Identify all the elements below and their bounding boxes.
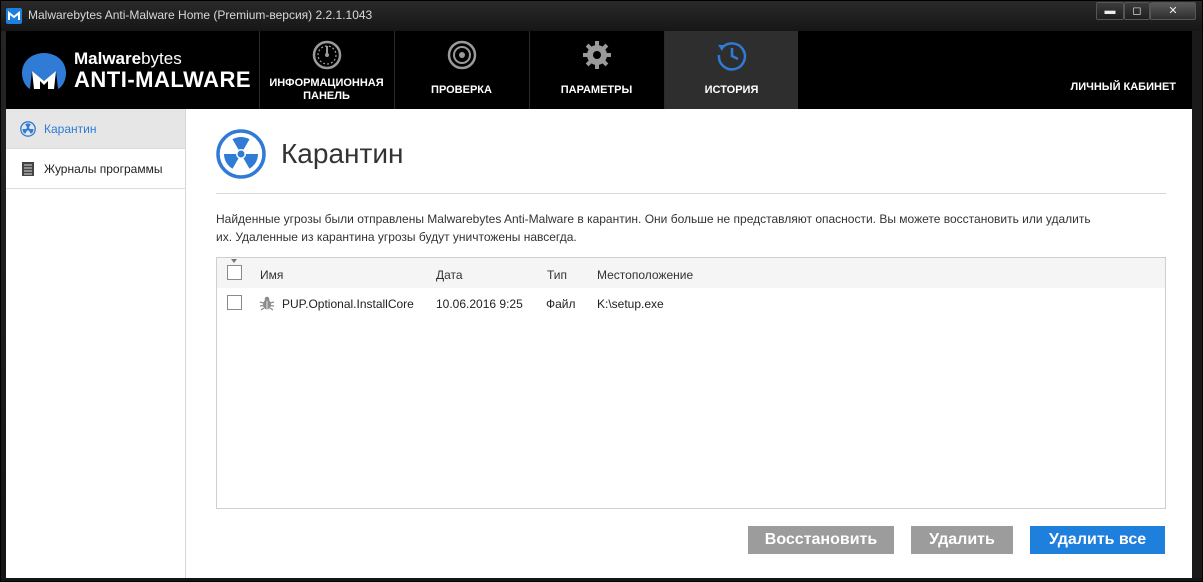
column-header-name[interactable]: Имя [260, 268, 283, 282]
tab-history[interactable]: ИСТОРИЯ [664, 31, 798, 109]
threat-name: PUP.Optional.InstallCore [282, 297, 414, 311]
radiation-icon [216, 129, 266, 179]
product-name: ANTI-MALWARE [74, 67, 252, 92]
radiation-icon [20, 121, 36, 137]
dashboard-gauge-icon [312, 40, 341, 70]
maximize-button[interactable]: ◻ [1124, 2, 1150, 20]
window-border [1192, 31, 1202, 578]
threat-date: 10.06.2016 9:25 [436, 297, 523, 311]
close-button[interactable]: ✕ [1150, 2, 1196, 20]
account-link[interactable]: ЛИЧНЫЙ КАБИНЕТ [1071, 81, 1177, 93]
history-clock-icon [717, 42, 746, 71]
column-header-date[interactable]: Дата [436, 268, 463, 282]
page-title: Карантин [281, 138, 404, 169]
brand-logo: Malwarebytes ANTI-MALWARE [20, 45, 255, 101]
delete-button[interactable]: Удалить [911, 526, 1013, 554]
table-row[interactable]: PUP.Optional.InstallCore 10.06.2016 9:25… [217, 288, 1165, 318]
delete-all-button[interactable]: Удалить все [1030, 526, 1165, 554]
bug-icon [259, 296, 275, 311]
divider [216, 193, 1166, 194]
row-checkbox[interactable] [227, 295, 242, 310]
quarantine-description: Найденные угрозы были отправлены Malware… [216, 212, 1091, 244]
tab-dashboard[interactable]: ИНФОРМАЦИОННАЯ ПАНЕЛЬ [259, 31, 393, 109]
tab-dashboard-label: ИНФОРМАЦИОННАЯ ПАНЕЛЬ [269, 77, 384, 102]
column-header-location[interactable]: Местоположение [597, 268, 693, 282]
sidebar-item-label: Карантин [44, 122, 97, 136]
sidebar-item-logs[interactable]: Журналы программы [6, 149, 185, 189]
table-header: Имя Дата Тип Местоположение [217, 258, 1165, 288]
window-title: Malwarebytes Anti-Malware Home (Premium-… [28, 8, 373, 22]
sort-arrow-icon[interactable] [231, 259, 237, 263]
select-all-checkbox[interactable] [227, 265, 242, 280]
tab-settings-label: ПАРАМЕТРЫ [560, 84, 633, 96]
tab-scan[interactable]: ПРОВЕРКА [394, 31, 528, 109]
threat-type: Файл [546, 297, 576, 311]
top-navigation: Malwarebytes ANTI-MALWARE ИНФОРМАЦИОННАЯ… [6, 31, 1192, 109]
malwarebytes-logo-mark-icon [22, 53, 66, 89]
malwarebytes-app-icon [6, 8, 22, 24]
scan-target-icon [447, 40, 476, 70]
tab-scan-label: ПРОВЕРКА [431, 84, 492, 96]
gear-icon [582, 41, 611, 69]
quarantine-table: Имя Дата Тип Местоположение PUP.Optional… [216, 257, 1166, 509]
restore-button[interactable]: Восстановить [748, 526, 894, 554]
brand-name: Malwarebytes [74, 49, 182, 68]
log-document-icon [22, 162, 34, 176]
sidebar: Карантин Журналы программы [6, 109, 186, 578]
column-header-type[interactable]: Тип [547, 268, 567, 282]
app-window: Malwarebytes Anti-Malware Home (Premium-… [0, 0, 1203, 582]
threat-location: K:\setup.exe [597, 297, 664, 311]
main-panel: Карантин Найденные угрозы были отправлен… [186, 109, 1192, 578]
tab-history-label: ИСТОРИЯ [704, 84, 759, 96]
sidebar-item-quarantine[interactable]: Карантин [6, 109, 185, 149]
sidebar-item-label: Журналы программы [44, 162, 163, 176]
title-bar[interactable]: Malwarebytes Anti-Malware Home (Premium-… [1, 1, 1202, 31]
tab-settings[interactable]: ПАРАМЕТРЫ [529, 31, 663, 109]
minimize-button[interactable]: ▬ [1096, 2, 1124, 20]
